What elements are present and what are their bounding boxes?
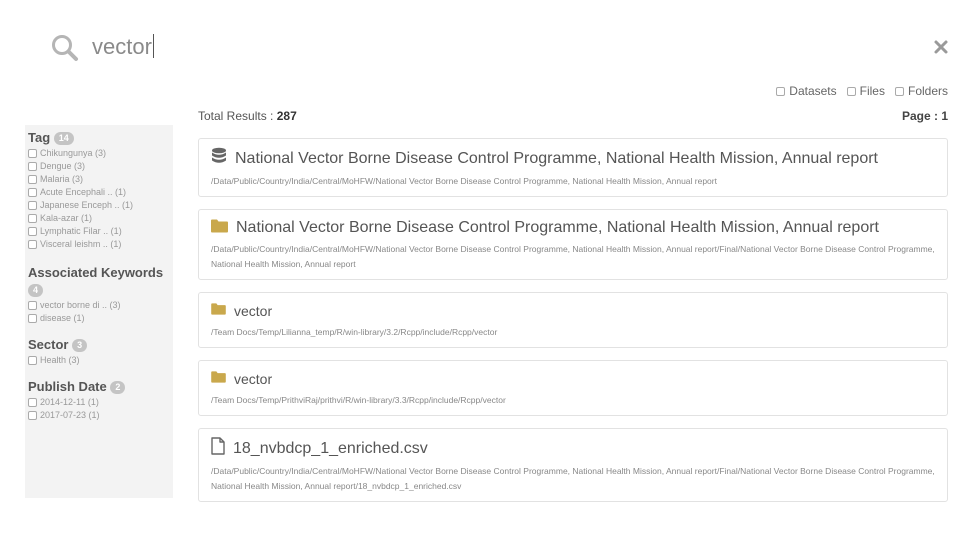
facet-item[interactable]: disease (1) [28, 312, 173, 325]
result-title[interactable]: vector [234, 301, 272, 321]
facet-title-sector: Sector 3 [28, 337, 173, 353]
file-icon [211, 437, 225, 460]
folder-icon [211, 219, 228, 238]
facet-item[interactable]: vector borne di .. (3) [28, 299, 173, 312]
filter-datasets[interactable]: Datasets [776, 84, 837, 98]
results-list: National Vector Borne Disease Control Pr… [198, 138, 948, 514]
facet-item[interactable]: 2014-12-11 (1) [28, 396, 173, 409]
filter-files[interactable]: Files [846, 84, 885, 98]
filter-folders[interactable]: Folders [894, 84, 948, 98]
facet-item[interactable]: Kala-azar (1) [28, 212, 173, 225]
result-card[interactable]: vector /Team Docs/Temp/PrithviRaj/prithv… [198, 360, 948, 416]
count-badge: 3 [72, 339, 88, 352]
result-title[interactable]: vector [234, 369, 272, 389]
result-card[interactable]: National Vector Borne Disease Control Pr… [198, 138, 948, 197]
result-path: /Team Docs/Temp/Lilianna_temp/R/win-libr… [211, 327, 498, 337]
facet-list-sector: Health (3) [28, 354, 173, 367]
result-path: /Team Docs/Temp/PrithviRaj/prithvi/R/win… [211, 395, 506, 405]
facet-item[interactable]: Visceral leishm .. (1) [28, 238, 173, 251]
facet-list-publish-date: 2014-12-11 (1) 2017-07-23 (1) [28, 396, 173, 422]
close-icon[interactable] [932, 38, 950, 56]
text-caret [152, 34, 154, 58]
facet-item[interactable]: Japanese Enceph .. (1) [28, 199, 173, 212]
facet-list-tag: Chikungunya (3) Dengue (3) Malaria (3) A… [28, 147, 173, 251]
facet-item[interactable]: Dengue (3) [28, 160, 173, 173]
facet-sidebar: Tag 14 Chikungunya (3) Dengue (3) Malari… [25, 125, 173, 498]
result-card[interactable]: vector /Team Docs/Temp/Lilianna_temp/R/w… [198, 292, 948, 348]
result-path: /Data/Public/Country/India/Central/MoHFW… [211, 176, 717, 186]
result-path: /Data/Public/Country/India/Central/MoHFW… [211, 244, 935, 269]
total-results: Total Results : 287 [198, 109, 297, 123]
database-icon [211, 147, 227, 170]
folder-icon [211, 370, 226, 388]
facet-item[interactable]: Chikungunya (3) [28, 147, 173, 160]
page-number: Page : 1 [901, 109, 948, 123]
facet-item[interactable]: Lymphatic Filar .. (1) [28, 225, 173, 238]
result-title[interactable]: National Vector Borne Disease Control Pr… [235, 149, 878, 169]
facet-title-keywords: Associated Keywords 4 [28, 265, 164, 297]
facet-list-keywords: vector borne di .. (3) disease (1) [28, 299, 173, 325]
result-card[interactable]: 18_nvbdcp_1_enriched.csv /Data/Public/Co… [198, 428, 948, 502]
folder-icon [211, 302, 226, 320]
result-title[interactable]: National Vector Borne Disease Control Pr… [236, 218, 879, 238]
result-path: /Data/Public/Country/India/Central/MoHFW… [211, 466, 935, 491]
checkbox[interactable] [776, 86, 786, 96]
count-badge: 14 [53, 132, 74, 145]
checkbox[interactable] [894, 86, 904, 96]
count-badge: 4 [28, 284, 44, 297]
checkbox[interactable] [846, 86, 856, 96]
count-badge: 2 [110, 381, 126, 394]
facet-item[interactable]: Malaria (3) [28, 173, 173, 186]
facet-title-publish-date: Publish Date 2 [28, 379, 173, 395]
facet-item[interactable]: Acute Encephali .. (1) [28, 186, 173, 199]
facet-item[interactable]: 2017-07-23 (1) [28, 409, 173, 422]
result-card[interactable]: National Vector Borne Disease Control Pr… [198, 209, 948, 280]
result-title[interactable]: 18_nvbdcp_1_enriched.csv [233, 439, 428, 459]
search-icon[interactable] [50, 33, 80, 63]
facet-title-tag: Tag 14 [28, 130, 173, 146]
type-filters: Datasets Files Folders [776, 84, 948, 98]
facet-item[interactable]: Health (3) [28, 354, 173, 367]
search-input[interactable]: vector [92, 34, 154, 60]
